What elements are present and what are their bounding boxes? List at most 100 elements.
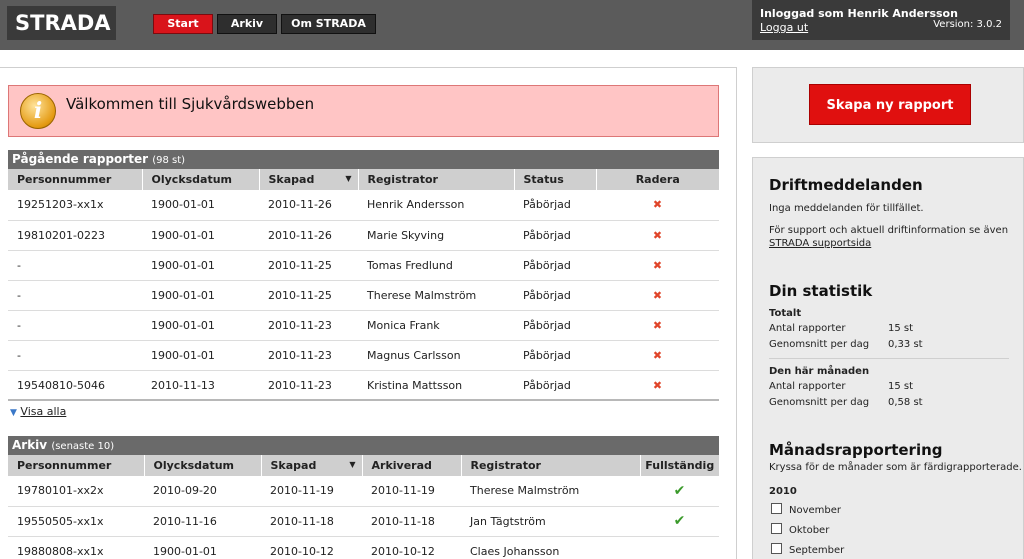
- month-checkbox-oktober[interactable]: [771, 523, 782, 534]
- month-checkbox-november[interactable]: [771, 503, 782, 514]
- table-row[interactable]: 19880808-xx1x 1900-01-01 2010-10-12 2010-10…: [8, 536, 719, 559]
- personnummer-cell: -: [8, 250, 142, 281]
- personnummer-cell: -: [8, 280, 142, 311]
- archive-title: Arkiv: [12, 438, 48, 452]
- delete-icon[interactable]: ✖: [653, 319, 662, 332]
- olycksdatum-cell: 1900-01-01: [142, 340, 259, 371]
- logged-in-user: Inloggad som Henrik Andersson: [760, 7, 958, 20]
- col-skapad[interactable]: Skapad ▼: [261, 455, 363, 476]
- table-row[interactable]: -1900-01-01 2010-11-23 Monica Frank Påbörja…: [8, 310, 719, 341]
- nav-start-button[interactable]: Start: [153, 14, 213, 34]
- olycksdatum-cell: 1900-01-01: [142, 280, 259, 311]
- olycksdatum-cell: 2010-09-20: [144, 476, 261, 507]
- col-registrator[interactable]: Registrator: [461, 455, 641, 476]
- olycksdatum-cell: 1900-01-01: [144, 536, 261, 559]
- table-row[interactable]: 19780101-xx2x 2010-09-20 2010-11-19 2010-11…: [8, 476, 719, 507]
- table-row[interactable]: -1900-01-01 2010-11-23 Magnus Carlsson Påbö…: [8, 340, 719, 371]
- main-panel: i Välkommen till Sjukvårdswebben Pågåend…: [0, 67, 737, 559]
- ongoing-reports-header: Pågående rapporter (98 st): [8, 150, 719, 169]
- archive-table: Personnummer Olycksdatum Skapad ▼ Arkiver…: [8, 455, 719, 559]
- month-label-november: November: [789, 505, 842, 516]
- ongoing-count: (98 st): [152, 155, 186, 166]
- delete-icon[interactable]: ✖: [653, 379, 662, 392]
- monthly-desc: Kryssa för de månader som är färdigrappo…: [769, 462, 1022, 473]
- col-status[interactable]: Status: [514, 169, 597, 190]
- registrator-cell: Therese Malmström: [358, 280, 514, 311]
- status-cell: Påbörjad: [514, 250, 596, 281]
- col-personnummer[interactable]: Personnummer: [8, 169, 143, 190]
- month-label-september: September: [789, 545, 845, 556]
- drift-title: Driftmeddelanden: [769, 176, 923, 194]
- status-cell: Påbörjad: [514, 340, 596, 371]
- logout-link[interactable]: Logga ut: [760, 21, 808, 34]
- complete-cell: ✔: [640, 476, 719, 507]
- personnummer-cell: -: [8, 310, 142, 341]
- olycksdatum-cell: 2010-11-16: [144, 506, 261, 537]
- col-registrator[interactable]: Registrator: [358, 169, 515, 190]
- stats-month-avg-label: Genomsnitt per dag: [769, 397, 870, 408]
- sort-desc-icon: ▼: [345, 174, 352, 183]
- stats-total-avg-label: Genomsnitt per dag: [769, 339, 870, 350]
- monthly-year: 2010: [769, 486, 797, 497]
- delete-icon[interactable]: ✖: [653, 198, 662, 211]
- stats-month-label: Den här månaden: [769, 366, 870, 377]
- table-row[interactable]: -1900-01-01 2010-11-25 Tomas Fredlund Påbör…: [8, 250, 719, 281]
- stats-divider: [769, 358, 1009, 359]
- archive-header: Arkiv (senaste 10): [8, 436, 719, 455]
- olycksdatum-cell: 2010-11-13: [142, 370, 259, 401]
- header-bar: STRADA Start Arkiv Om STRADA Inloggad so…: [0, 0, 1024, 50]
- stats-title: Din statistik: [769, 282, 873, 300]
- registrator-cell: Monica Frank: [358, 310, 514, 341]
- col-olycksdatum[interactable]: Olycksdatum: [142, 169, 260, 190]
- info-icon: i: [20, 93, 56, 129]
- delete-cell: ✖: [596, 220, 719, 251]
- status-cell: Påbörjad: [514, 220, 596, 251]
- registrator-cell: Henrik Andersson: [358, 190, 514, 221]
- table-row[interactable]: 19540810-5046 2010-11-13 2010-11-23 Kristin…: [8, 370, 719, 401]
- nav-arkiv-button[interactable]: Arkiv: [217, 14, 277, 34]
- support-link[interactable]: STRADA supportsida: [769, 238, 871, 249]
- strada-logo[interactable]: STRADA: [7, 6, 116, 40]
- monthly-title: Månadsrapportering: [769, 441, 943, 459]
- nav-om-strada-button[interactable]: Om STRADA: [281, 14, 376, 34]
- col-personnummer[interactable]: Personnummer: [8, 455, 145, 476]
- col-olycksdatum[interactable]: Olycksdatum: [144, 455, 262, 476]
- registrator-cell: Jan Tägtström: [461, 506, 640, 537]
- olycksdatum-cell: 1900-01-01: [142, 220, 259, 251]
- delete-cell: ✖: [596, 250, 719, 281]
- stats-total-avg-value: 0,33 st: [888, 339, 923, 350]
- delete-icon[interactable]: ✖: [653, 229, 662, 242]
- table-row[interactable]: -1900-01-01 2010-11-25 Therese Malmström På…: [8, 280, 719, 311]
- table-row[interactable]: 19550505-xx1x 2010-11-16 2010-11-18 2010-11…: [8, 506, 719, 537]
- ongoing-reports-table: Personnummer Olycksdatum Skapad ▼ Registr…: [8, 169, 719, 401]
- stats-total-reports-value: 15 st: [888, 323, 914, 334]
- registrator-cell: Magnus Carlsson: [358, 340, 514, 371]
- complete-cell: ✔: [640, 506, 719, 537]
- status-cell: Påbörjad: [514, 310, 596, 341]
- registrator-cell: Tomas Fredlund: [358, 250, 514, 281]
- skapad-cell: 2010-11-26: [259, 220, 358, 251]
- delete-cell: ✖: [596, 310, 719, 341]
- delete-icon[interactable]: ✖: [653, 349, 662, 362]
- status-cell: Påbörjad: [514, 370, 596, 401]
- delete-icon[interactable]: ✖: [653, 289, 662, 302]
- stats-total-label: Totalt: [769, 308, 802, 319]
- divider: [8, 399, 719, 401]
- delete-icon[interactable]: ✖: [653, 259, 662, 272]
- show-all-link[interactable]: ▼ Visa alla: [10, 405, 66, 418]
- support-text: För support och aktuell driftinformation…: [769, 225, 1009, 236]
- olycksdatum-cell: 1900-01-01: [142, 190, 259, 221]
- registrator-cell: Kristina Mattsson: [358, 370, 514, 401]
- welcome-banner: i Välkommen till Sjukvårdswebben: [8, 85, 719, 137]
- create-report-button[interactable]: Skapa ny rapport: [809, 84, 971, 125]
- col-skapad[interactable]: Skapad ▼: [259, 169, 359, 190]
- col-arkiverad[interactable]: Arkiverad: [362, 455, 462, 476]
- personnummer-cell: 19251203-xx1x: [8, 190, 142, 221]
- version-label: Version: 3.0.2: [933, 19, 1002, 30]
- personnummer-cell: 19540810-5046: [8, 370, 142, 401]
- table-row[interactable]: 19810201-0223 1900-01-01 2010-11-26 Marie S…: [8, 220, 719, 251]
- registrator-cell: Therese Malmström: [461, 476, 640, 507]
- col-fullstandig[interactable]: Fullständig: [640, 455, 719, 476]
- month-checkbox-september[interactable]: [771, 543, 782, 554]
- table-row[interactable]: 19251203-xx1x 1900-01-01 2010-11-26 Henrik …: [8, 190, 719, 221]
